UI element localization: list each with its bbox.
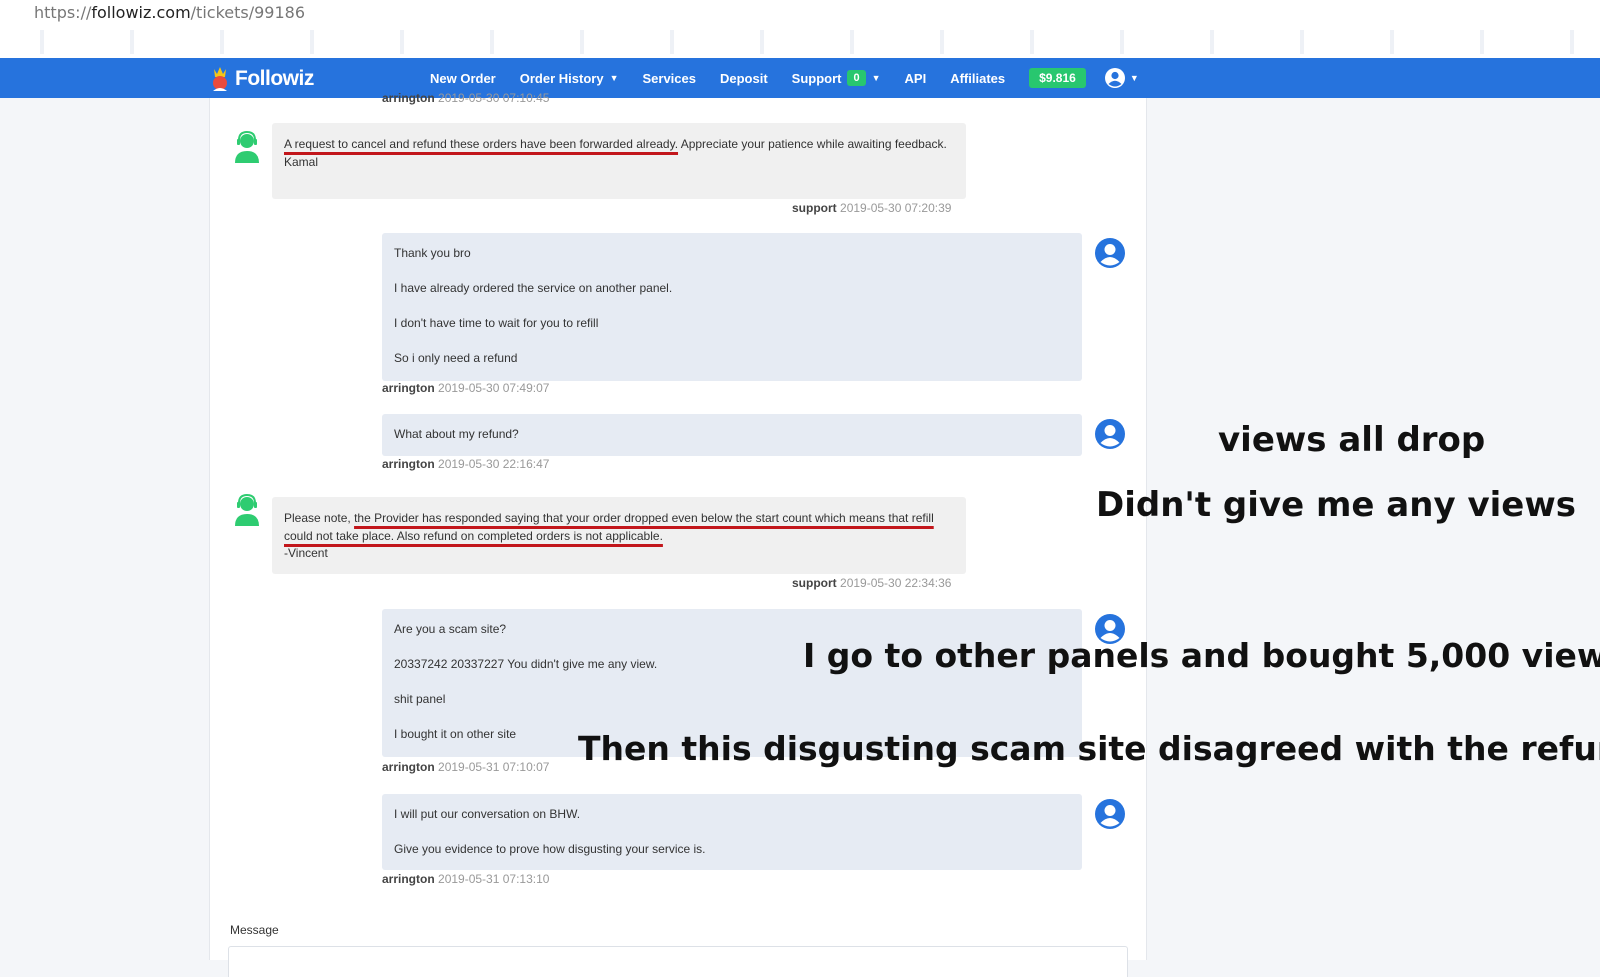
- meta-author: arrington: [382, 91, 435, 105]
- url-text[interactable]: https://followiz.com/tickets/99186: [34, 3, 305, 22]
- meta-time: 2019-05-30 07:49:07: [438, 381, 550, 395]
- support-agent-icon: [235, 493, 259, 526]
- user-menu[interactable]: ▼: [1104, 67, 1139, 89]
- top-navbar: Followiz New Order Order History ▼ Servic…: [0, 58, 1600, 98]
- meta-time: 2019-05-31 07:13:10: [438, 872, 550, 886]
- ticket-thread: arrington 2019-05-30 07:10:45 A request …: [209, 91, 1147, 977]
- support-agent-icon: [235, 130, 259, 163]
- redacted-area: [0, 30, 1600, 54]
- user-avatar-icon: [1095, 419, 1125, 449]
- meta-time: 2019-05-30 22:16:47: [438, 457, 550, 471]
- message-textarea[interactable]: [228, 946, 1128, 977]
- user-message-bubble: What about my refund?: [382, 414, 1082, 456]
- meta-author: support: [792, 201, 837, 215]
- user-avatar-icon: [1095, 238, 1125, 268]
- meta-author: arrington: [382, 381, 435, 395]
- annotation-text: Didn't give me any views: [1096, 485, 1576, 525]
- balance-badge[interactable]: $9.816: [1029, 68, 1086, 88]
- url-path: /tickets/99186: [190, 3, 305, 22]
- nav-label: Support: [791, 70, 842, 86]
- message-line: Thank you bro: [394, 246, 471, 260]
- user-message-bubble: I will put our conversation on BHW. Give…: [382, 794, 1082, 870]
- message-text: Please note,: [284, 511, 355, 525]
- nav-label: Affiliates: [950, 70, 1006, 86]
- message-line: What about my refund?: [394, 427, 519, 441]
- nav-deposit[interactable]: Deposit: [720, 71, 768, 86]
- caret-down-icon: ▼: [1129, 73, 1139, 83]
- browser-url-bar[interactable]: https://followiz.com/tickets/99186: [0, 0, 1600, 58]
- message-line: shit panel: [394, 692, 446, 706]
- meta-author: arrington: [382, 872, 435, 886]
- message-label: Message: [230, 923, 279, 937]
- nav-label: Deposit: [719, 70, 768, 86]
- highlighted-text: the Provider has responded saying that y…: [284, 511, 934, 543]
- meta-author: arrington: [382, 760, 435, 774]
- message-line: Give you evidence to prove how disgustin…: [394, 842, 706, 856]
- support-badge: 0: [847, 70, 866, 86]
- meta-time: 2019-05-30 07:20:39: [840, 201, 952, 215]
- user-circle-icon: [1104, 68, 1125, 88]
- meta-time: 2019-05-31 07:10:07: [438, 760, 550, 774]
- annotation-text: I go to other panels and bought 5,000 vi…: [803, 636, 1600, 675]
- followiz-logo-icon: [213, 67, 227, 91]
- support-message-bubble: A request to cancel and refund these ord…: [272, 123, 966, 199]
- support-message-bubble: Please note, the Provider has responded …: [272, 497, 966, 574]
- message-signature: -Vincent: [284, 546, 328, 560]
- message-text: Appreciate your patience while awaiting …: [678, 137, 947, 151]
- url-prefix: https://: [34, 3, 92, 22]
- message-line: I have already ordered the service on an…: [394, 281, 673, 295]
- meta-time: 2019-05-30 22:34:36: [840, 576, 952, 590]
- message-meta: arrington 2019-05-30 22:16:47: [382, 457, 549, 471]
- user-avatar-icon: [1095, 799, 1125, 829]
- user-message-bubble: Thank you bro I have already ordered the…: [382, 233, 1082, 381]
- nav-api[interactable]: API: [905, 71, 927, 86]
- message-meta: arrington 2019-05-31 07:10:07: [382, 760, 549, 774]
- brand-logo[interactable]: Followiz: [209, 65, 314, 93]
- url-domain: followiz.com: [91, 3, 191, 22]
- highlighted-text: A request to cancel and refund these ord…: [284, 137, 679, 151]
- meta-author: arrington: [382, 457, 435, 471]
- caret-down-icon: ▼: [871, 73, 881, 83]
- annotation-text: views all drop: [1218, 420, 1486, 460]
- brand-name: Followiz: [235, 67, 314, 90]
- message-signature: Kamal: [284, 154, 319, 169]
- nav-label: Services: [642, 70, 696, 86]
- caret-down-icon: ▼: [609, 73, 619, 83]
- meta-author: support: [792, 576, 837, 590]
- message-line: I don't have time to wait for you to ref…: [394, 316, 599, 330]
- message-meta: support 2019-05-30 22:34:36: [792, 576, 951, 590]
- message-line: So i only need a refund: [394, 351, 518, 365]
- message-meta: support 2019-05-30 07:20:39: [792, 201, 951, 215]
- nav-label: API: [904, 70, 927, 86]
- message-meta: arrington 2019-05-30 07:49:07: [382, 381, 549, 395]
- message-meta: arrington 2019-05-30 07:10:45: [382, 91, 549, 105]
- nav-affiliates[interactable]: Affiliates: [950, 71, 1005, 86]
- nav-services[interactable]: Services: [642, 71, 696, 86]
- message-meta: arrington 2019-05-31 07:13:10: [382, 872, 549, 886]
- nav-order-history[interactable]: Order History ▼: [520, 71, 619, 86]
- nav-support[interactable]: Support 0 ▼: [792, 70, 881, 86]
- annotation-text: Then this disgusting scam site disagreed…: [578, 729, 1600, 768]
- message-line: I will put our conversation on BHW.: [394, 807, 581, 821]
- nav-label: Order History: [519, 70, 604, 86]
- nav-label: New Order: [430, 70, 496, 86]
- nav-new-order[interactable]: New Order: [430, 71, 496, 86]
- meta-time: 2019-05-30 07:10:45: [438, 91, 550, 105]
